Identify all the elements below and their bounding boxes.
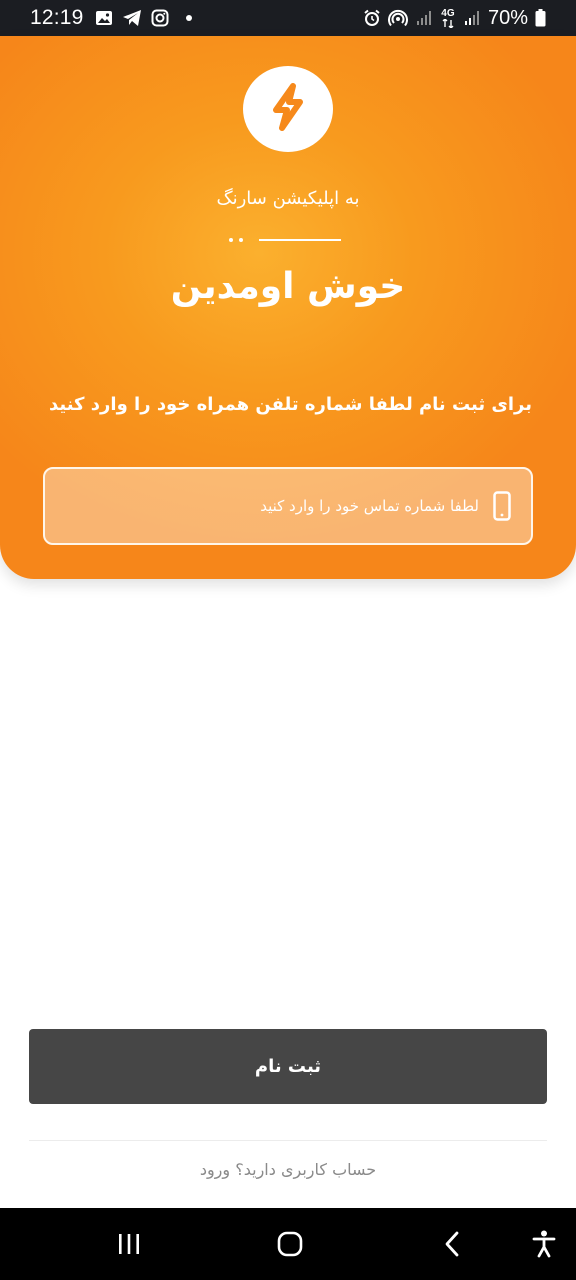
login-prompt-text: حساب کاربری دارید؟ <box>235 1160 377 1179</box>
welcome-subtitle: به اپلیکیشن سارنگ <box>216 188 360 209</box>
recent-apps-icon[interactable] <box>109 1224 149 1264</box>
status-bar: 12:19 4G 70% <box>0 0 576 36</box>
system-navigation-bar <box>0 1208 576 1280</box>
instagram-icon <box>150 8 170 28</box>
login-link[interactable]: ورود <box>200 1160 230 1179</box>
phone-number-field[interactable] <box>43 467 533 545</box>
telegram-icon <box>122 8 142 28</box>
battery-percent: 70% <box>487 6 528 29</box>
network-type-icon: 4G <box>440 8 456 28</box>
smartphone-icon <box>491 490 513 522</box>
hotspot-icon <box>388 8 408 28</box>
alarm-icon <box>362 8 382 28</box>
signal-icon <box>462 8 482 28</box>
register-button[interactable]: ثبت نام <box>29 1029 547 1104</box>
divider-line <box>29 1140 547 1141</box>
phone-number-input[interactable] <box>219 497 479 515</box>
notification-icons <box>94 8 192 28</box>
decorative-divider <box>229 238 341 242</box>
home-icon[interactable] <box>270 1224 310 1264</box>
signal-weak-icon <box>414 8 434 28</box>
lightning-bolt-icon <box>268 83 308 135</box>
gallery-icon <box>94 8 114 28</box>
welcome-header: به اپلیکیشن سارنگ خوش اومدین برای ثبت نا… <box>0 36 576 579</box>
app-logo <box>243 66 333 152</box>
login-prompt-row: حساب کاربری دارید؟ ورود <box>0 1160 576 1179</box>
accessibility-icon[interactable] <box>524 1224 564 1264</box>
status-time: 12:19 <box>30 6 84 29</box>
instruction-text: برای ثبت نام لطفا شماره تلفن همراه خود ر… <box>48 394 532 415</box>
battery-icon <box>534 8 546 28</box>
app-screen: 12:19 4G 70% به اپلیکیشن سارنگ خوش اومدی… <box>0 0 576 1280</box>
status-right: 4G 70% <box>362 7 546 30</box>
more-notifications-dot <box>185 15 192 21</box>
welcome-title: خوش اومدین <box>170 266 406 307</box>
back-icon[interactable] <box>432 1224 472 1264</box>
